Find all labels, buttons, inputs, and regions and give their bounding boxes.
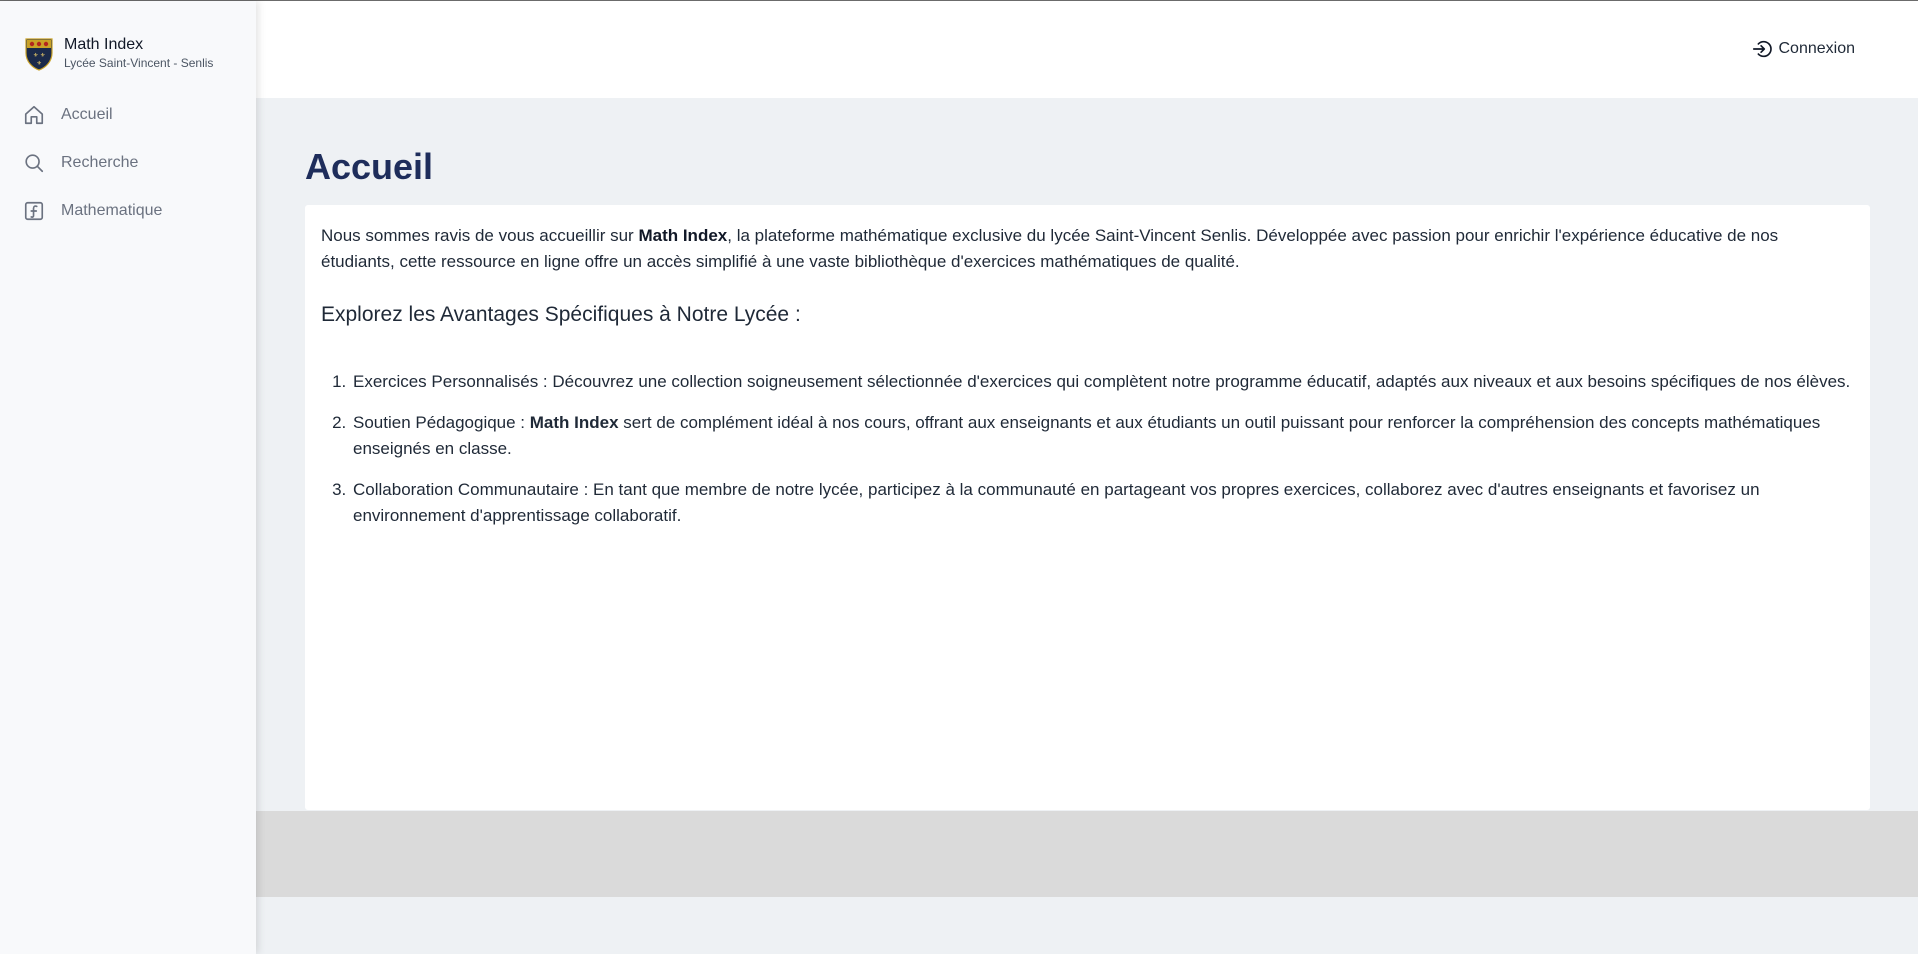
sidebar-item-label: Accueil	[61, 106, 113, 123]
list-item-text: Collaboration Communautaire : En tant qu…	[353, 480, 1760, 525]
login-icon	[1752, 40, 1772, 58]
intro-text-start: Nous sommes ravis de vous accueillir sur	[321, 226, 639, 245]
sidebar-item-label: Recherche	[61, 154, 139, 171]
intro-brand-name: Math Index	[638, 226, 728, 245]
login-label: Connexion	[1778, 40, 1856, 57]
svg-text:⚜: ⚜	[33, 52, 38, 59]
sidebar-item-mathematique[interactable]: Mathematique	[0, 187, 256, 235]
top-header: Connexion	[256, 1, 1918, 98]
list-item: Collaboration Communautaire : En tant qu…	[351, 477, 1854, 529]
list-item-prefix: Soutien Pédagogique :	[353, 413, 530, 432]
page-title: Accueil	[305, 146, 434, 187]
list-item: Exercices Personnalisés : Découvrez une …	[351, 369, 1854, 395]
school-crest-icon: ⚜ ⚜ ⚜	[25, 38, 53, 71]
brand-subtitle: Lycée Saint-Vincent - Senlis	[64, 55, 214, 70]
list-item: Soutien Pédagogique : Math Index sert de…	[351, 410, 1854, 462]
svg-text:⚜: ⚜	[37, 60, 42, 67]
sidebar-item-accueil[interactable]: Accueil	[0, 91, 256, 139]
brand[interactable]: ⚜ ⚜ ⚜ Math Index Lycée Saint-Vincent - S…	[24, 35, 213, 71]
sidebar-item-recherche[interactable]: Recherche	[0, 139, 256, 187]
intro-paragraph: Nous sommes ravis de vous accueillir sur…	[321, 223, 1854, 275]
content-card: Nous sommes ravis de vous accueillir sur…	[305, 205, 1870, 810]
home-icon	[22, 103, 46, 127]
sidebar-item-label: Mathematique	[61, 202, 163, 219]
sidebar-nav: Accueil Recherche Mathematique	[0, 91, 256, 235]
sidebar: ⚜ ⚜ ⚜ Math Index Lycée Saint-Vincent - S…	[0, 1, 256, 954]
search-icon	[22, 151, 46, 175]
list-item-brand-name: Math Index	[529, 413, 619, 432]
login-button[interactable]: Connexion	[1751, 38, 1856, 60]
footer-band	[256, 811, 1918, 897]
svg-text:⚜: ⚜	[40, 52, 45, 59]
brand-title: Math Index	[64, 35, 144, 53]
list-item-text: Exercices Personnalisés : Découvrez une …	[353, 372, 1851, 391]
function-icon	[22, 199, 46, 223]
advantages-list: Exercices Personnalisés : Découvrez une …	[321, 369, 1854, 529]
advantages-heading: Explorez les Avantages Spécifiques à Not…	[321, 303, 801, 326]
